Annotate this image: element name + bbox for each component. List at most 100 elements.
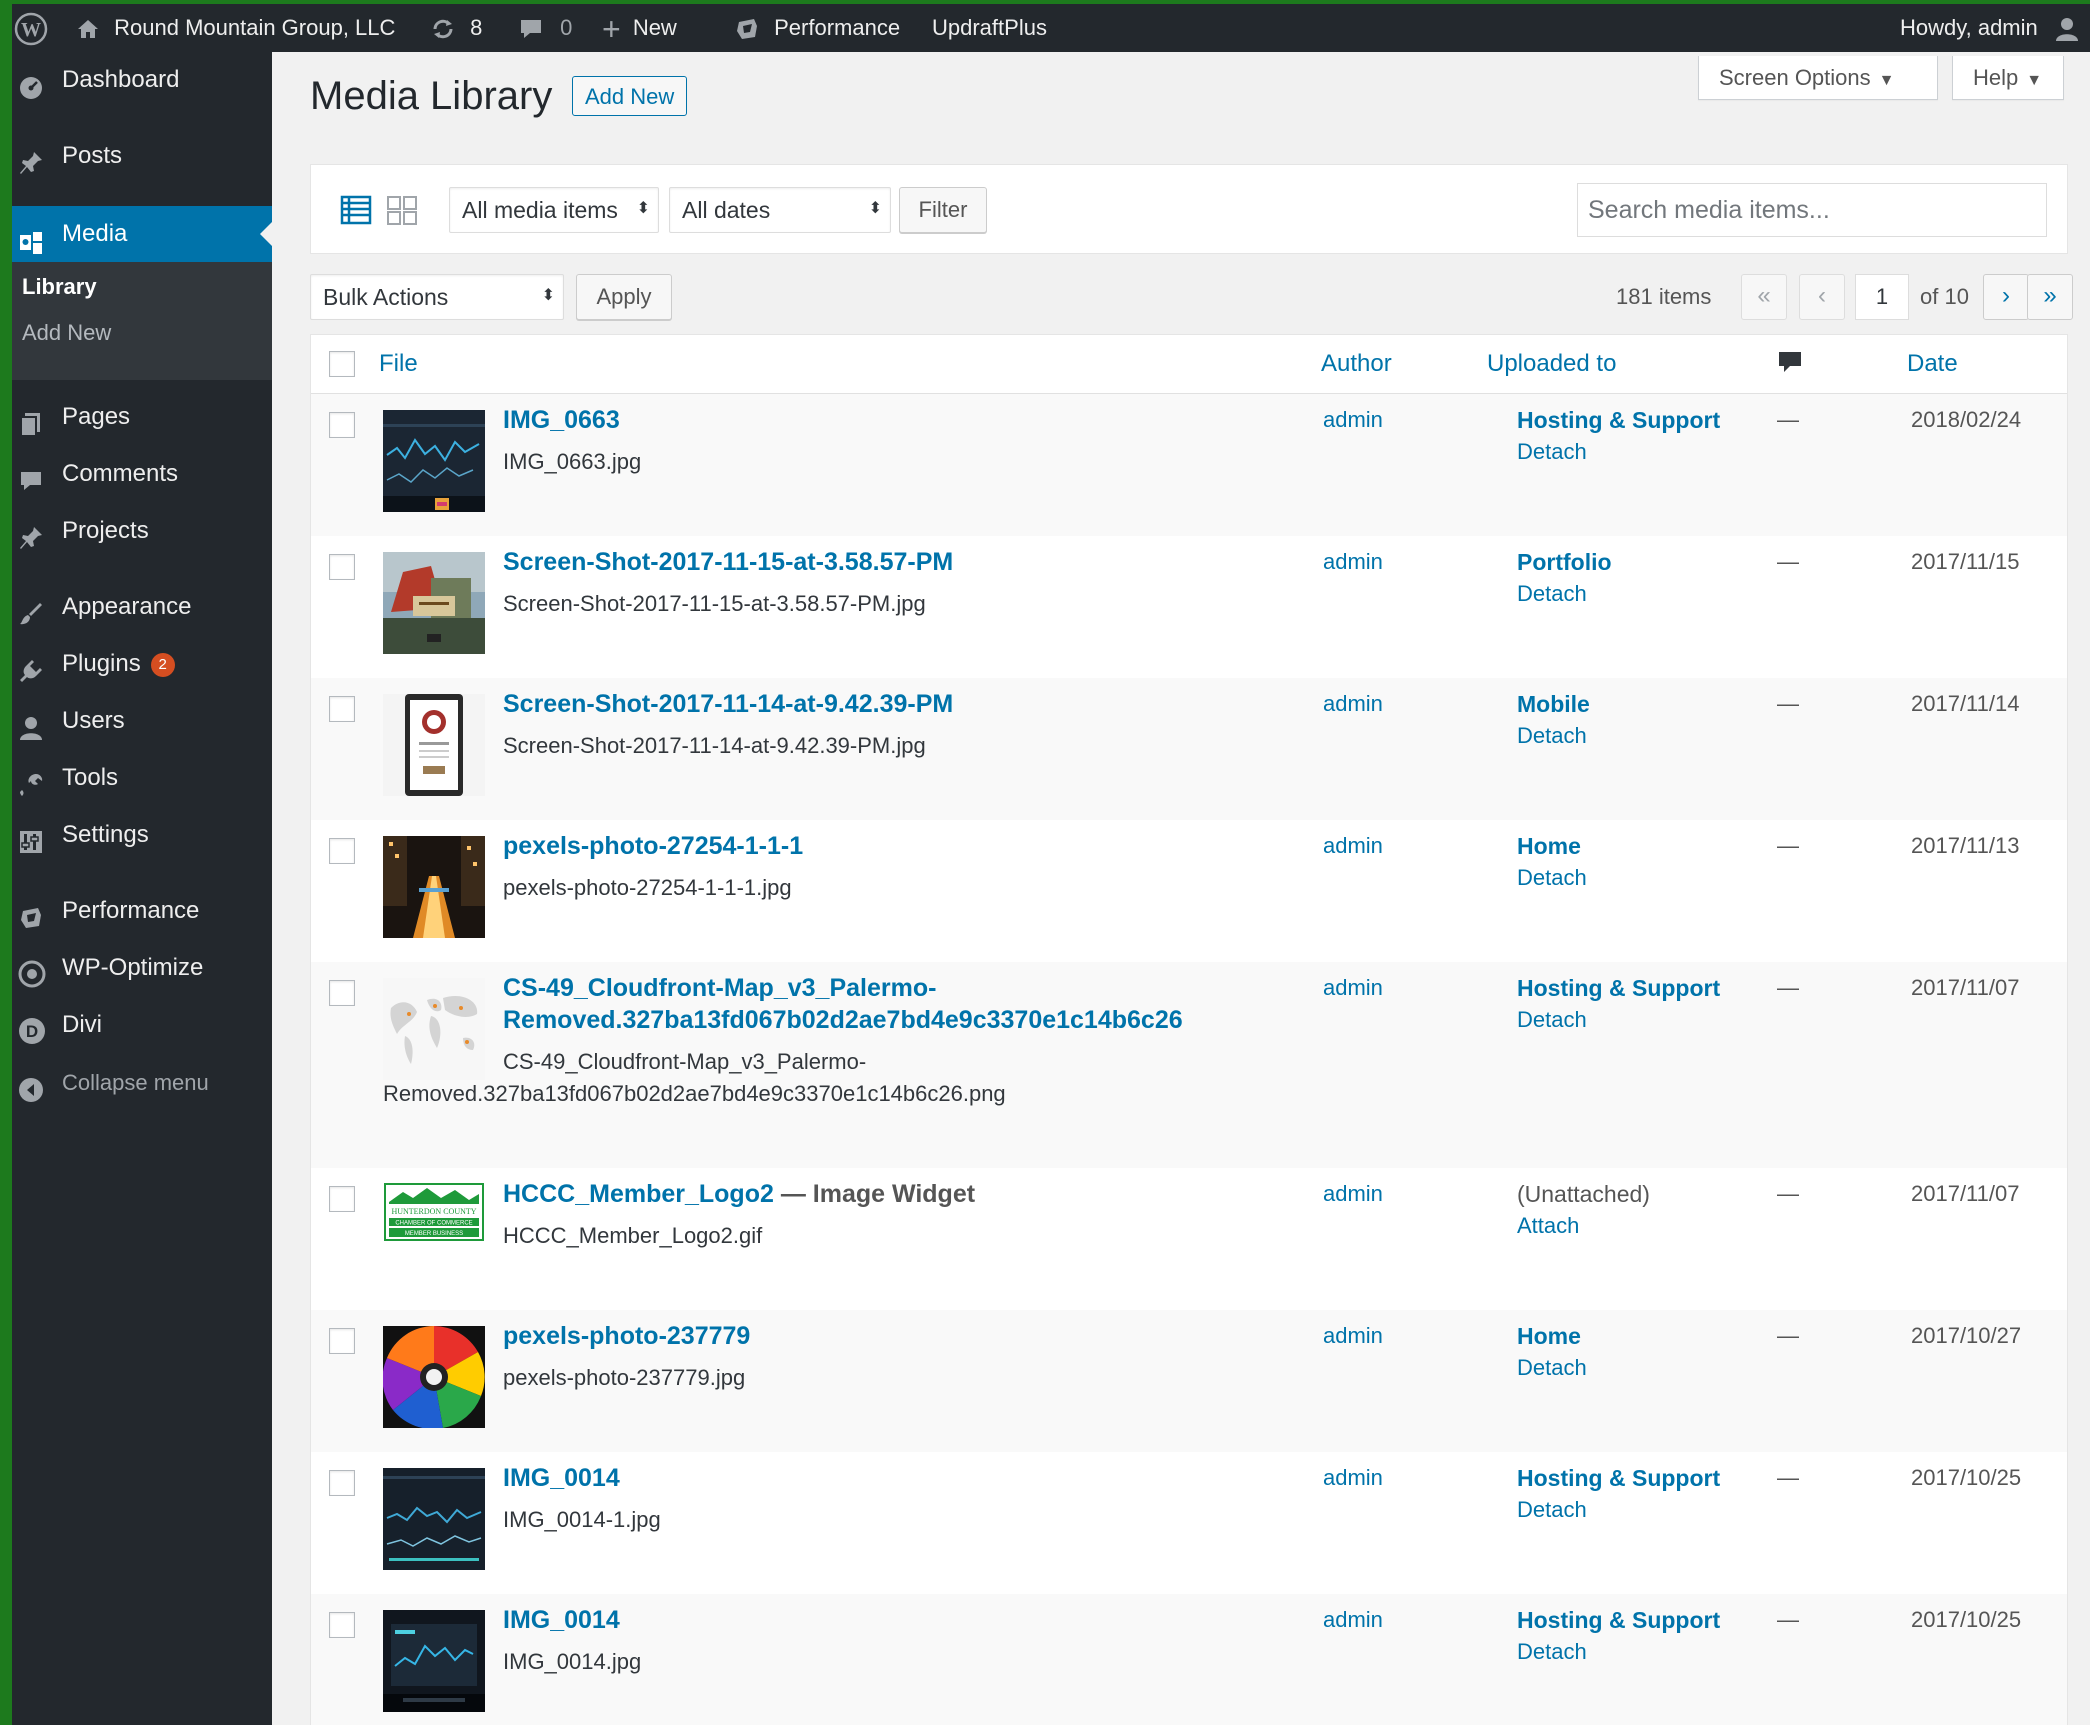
detach-link[interactable]: Detach bbox=[1517, 1004, 1587, 1036]
media-thumbnail[interactable] bbox=[383, 1610, 485, 1712]
detach-link[interactable]: Detach bbox=[1517, 1352, 1587, 1384]
media-author-link[interactable]: admin bbox=[1323, 688, 1383, 720]
media-thumbnail[interactable] bbox=[383, 552, 485, 654]
grid-view-icon[interactable] bbox=[385, 193, 419, 227]
media-type-select[interactable]: All media items ⬍ bbox=[449, 187, 659, 233]
media-thumbnail[interactable]: HUNTERDON COUNTY CHAMBER OF COMMERCE MEMBE… bbox=[383, 1182, 485, 1242]
media-author-link[interactable]: admin bbox=[1323, 404, 1383, 436]
menu-settings[interactable]: Settings bbox=[12, 810, 272, 860]
menu-plugins[interactable]: Plugins 2 bbox=[12, 639, 272, 689]
media-author-link[interactable]: admin bbox=[1323, 1320, 1383, 1352]
performance-link[interactable]: Performance bbox=[734, 4, 900, 52]
media-author-link[interactable]: admin bbox=[1323, 972, 1383, 1004]
media-author-link[interactable]: admin bbox=[1323, 1604, 1383, 1636]
detach-link[interactable]: Detach bbox=[1517, 720, 1587, 752]
media-author-link[interactable]: admin bbox=[1323, 1462, 1383, 1494]
screen-options-button[interactable]: Screen Options ▼ bbox=[1698, 56, 1938, 100]
row-checkbox[interactable] bbox=[329, 412, 355, 438]
site-name-link[interactable]: Round Mountain Group, LLC bbox=[76, 4, 395, 52]
my-account-link[interactable]: Howdy, admin bbox=[1900, 4, 2080, 52]
wordpress-logo-icon[interactable]: W bbox=[14, 4, 48, 52]
menu-performance[interactable]: Performance bbox=[12, 886, 272, 936]
collapse-menu-button[interactable]: Collapse menu bbox=[12, 1058, 272, 1108]
media-thumbnail[interactable] bbox=[383, 836, 485, 938]
media-thumbnail[interactable] bbox=[383, 694, 485, 796]
menu-projects[interactable]: Projects bbox=[12, 506, 272, 556]
row-checkbox[interactable] bbox=[329, 838, 355, 864]
menu-dashboard[interactable]: Dashboard bbox=[12, 55, 272, 105]
media-author-link[interactable]: admin bbox=[1323, 546, 1383, 578]
media-title-link[interactable]: IMG_0014 bbox=[503, 1462, 620, 1494]
filter-button[interactable]: Filter bbox=[899, 187, 987, 233]
date-select[interactable]: All dates ⬍ bbox=[669, 187, 891, 233]
media-thumbnail[interactable] bbox=[383, 1468, 485, 1570]
row-checkbox[interactable] bbox=[329, 1328, 355, 1354]
bulk-actions-select[interactable]: Bulk Actions ⬍ bbox=[310, 274, 564, 320]
detach-link[interactable]: Detach bbox=[1517, 1494, 1587, 1526]
submenu-add-new[interactable]: Add New bbox=[22, 320, 111, 346]
menu-wp-optimize[interactable]: WP-Optimize bbox=[12, 943, 272, 993]
prev-page-button[interactable]: ‹ bbox=[1799, 274, 1845, 320]
uploaded-to-link[interactable]: Portfolio bbox=[1517, 546, 1612, 578]
detach-link[interactable]: Detach bbox=[1517, 862, 1587, 894]
search-media-input[interactable]: Search media items... bbox=[1577, 183, 2047, 237]
media-title-link[interactable]: CS-49_Cloudfront-Map_v3_Palermo- Removed… bbox=[503, 972, 1183, 1036]
detach-link[interactable]: Detach bbox=[1517, 578, 1587, 610]
menu-divi[interactable]: D Divi bbox=[12, 1000, 272, 1050]
detach-link[interactable]: Detach bbox=[1517, 436, 1587, 468]
media-author-link[interactable]: admin bbox=[1323, 1178, 1383, 1210]
menu-media[interactable]: Media bbox=[12, 206, 272, 262]
detach-link[interactable]: Detach bbox=[1517, 1636, 1587, 1668]
media-title-link[interactable]: HCCC_Member_Logo2 — Image Widget bbox=[503, 1178, 975, 1210]
column-file-header[interactable]: File bbox=[379, 335, 418, 393]
updates-link[interactable]: 8 bbox=[430, 4, 482, 52]
row-checkbox[interactable] bbox=[329, 1186, 355, 1212]
comment-bubble-icon[interactable] bbox=[1777, 349, 1803, 384]
media-thumbnail[interactable] bbox=[383, 1326, 485, 1428]
media-title-link[interactable]: Screen-Shot-2017-11-14-at-9.42.39-PM bbox=[503, 688, 953, 720]
menu-posts[interactable]: Posts bbox=[12, 131, 272, 181]
media-title-link[interactable]: IMG_0663 bbox=[503, 404, 620, 436]
uploaded-to-link[interactable]: Hosting & Support bbox=[1517, 1604, 1720, 1636]
uploaded-to-link[interactable]: Mobile bbox=[1517, 688, 1590, 720]
media-author-link[interactable]: admin bbox=[1323, 830, 1383, 862]
apply-button[interactable]: Apply bbox=[576, 274, 672, 320]
media-thumbnail[interactable] bbox=[383, 410, 485, 512]
menu-appearance[interactable]: Appearance bbox=[12, 582, 272, 632]
row-checkbox[interactable] bbox=[329, 554, 355, 580]
list-view-icon[interactable] bbox=[339, 193, 373, 227]
column-uploaded-to-header[interactable]: Uploaded to bbox=[1487, 335, 1616, 393]
add-new-media-button[interactable]: Add New bbox=[572, 76, 688, 116]
menu-pages[interactable]: Pages bbox=[12, 392, 272, 442]
menu-comments[interactable]: Comments bbox=[12, 449, 272, 499]
current-page-input[interactable]: 1 bbox=[1855, 274, 1909, 320]
media-title-link[interactable]: pexels-photo-237779 bbox=[503, 1320, 750, 1352]
column-author-header[interactable]: Author bbox=[1321, 335, 1392, 393]
row-checkbox[interactable] bbox=[329, 1470, 355, 1496]
uploaded-to-link[interactable]: Hosting & Support bbox=[1517, 1462, 1720, 1494]
select-all-checkbox[interactable] bbox=[329, 351, 355, 377]
uploaded-to-link[interactable]: Home bbox=[1517, 1320, 1581, 1352]
menu-users[interactable]: Users bbox=[12, 696, 272, 746]
row-checkbox[interactable] bbox=[329, 1612, 355, 1638]
updraftplus-link[interactable]: UpdraftPlus bbox=[932, 4, 1047, 52]
attach-link[interactable]: Attach bbox=[1517, 1210, 1579, 1242]
media-thumbnail[interactable] bbox=[383, 978, 485, 1080]
column-date-header[interactable]: Date bbox=[1907, 335, 1958, 393]
media-title-link[interactable]: IMG_0014 bbox=[503, 1604, 620, 1636]
media-title-link[interactable]: Screen-Shot-2017-11-15-at-3.58.57-PM bbox=[503, 546, 953, 578]
next-page-button[interactable]: › bbox=[1983, 274, 2029, 320]
last-page-button[interactable]: » bbox=[2027, 274, 2073, 320]
first-page-button[interactable]: « bbox=[1741, 274, 1787, 320]
menu-tools[interactable]: Tools bbox=[12, 753, 272, 803]
row-checkbox[interactable] bbox=[329, 980, 355, 1006]
row-checkbox[interactable] bbox=[329, 696, 355, 722]
uploaded-to-link[interactable]: Hosting & Support bbox=[1517, 404, 1720, 436]
submenu-library[interactable]: Library bbox=[22, 274, 97, 300]
uploaded-to-link[interactable]: Hosting & Support bbox=[1517, 972, 1720, 1004]
comments-link[interactable]: 0 bbox=[518, 4, 572, 52]
help-button[interactable]: Help ▼ bbox=[1952, 56, 2064, 100]
new-content-link[interactable]: + New bbox=[602, 4, 677, 52]
uploaded-to-link[interactable]: Home bbox=[1517, 830, 1581, 862]
media-title-link[interactable]: pexels-photo-27254-1-1-1 bbox=[503, 830, 803, 862]
